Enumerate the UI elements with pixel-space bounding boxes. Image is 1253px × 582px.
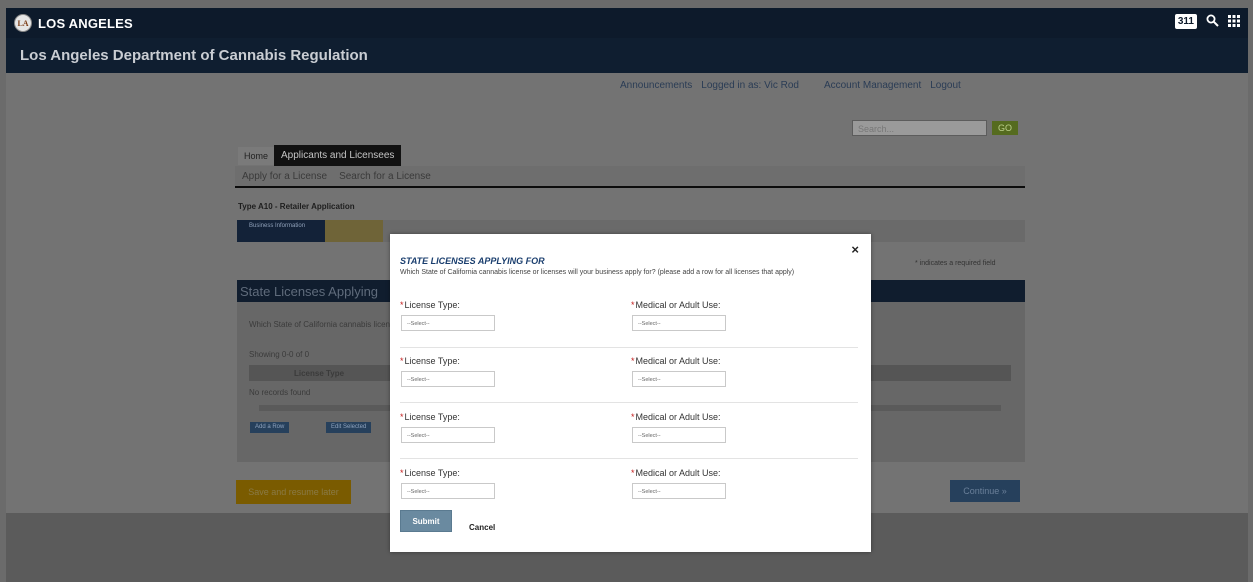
medical-adult-use-select[interactable]: --Select-- [632, 427, 726, 443]
showing-count: Showing 0-0 of 0 [249, 350, 310, 359]
edit-selected-button[interactable]: Edit Selected [326, 422, 372, 433]
tab-applicants-licensees[interactable]: Applicants and Licensees [274, 145, 402, 166]
license-type-select[interactable]: --Select-- [401, 427, 495, 443]
medical-adult-use-label: *Medical or Adult Use: [631, 468, 721, 478]
department-header: Los Angeles Department of Cannabis Regul… [6, 38, 1248, 73]
main-nav: Home Applicants and Licensees [238, 145, 402, 166]
submit-button[interactable]: Submit [400, 510, 452, 532]
save-resume-button[interactable]: Save and resume later [236, 480, 351, 504]
row-divider [400, 402, 858, 403]
top-links: Announcements Logged in as: Vic Rod Acco… [620, 80, 961, 91]
modal-description: Which State of California cannabis licen… [400, 269, 795, 276]
license-type-label: *License Type: [400, 412, 460, 422]
search-license-link[interactable]: Search for a License [339, 171, 431, 182]
cancel-link[interactable]: Cancel [469, 523, 495, 532]
application-type-label: Type A10 - Retailer Application [238, 202, 355, 211]
apps-grid-icon[interactable] [1228, 14, 1240, 29]
license-type-label: *License Type: [400, 468, 460, 478]
announcements-link[interactable]: Announcements [620, 80, 692, 91]
tab-home[interactable]: Home [238, 146, 275, 165]
city-bar-tools: 311 [1174, 14, 1240, 29]
city-seal-logo[interactable]: LA [14, 14, 32, 32]
close-icon[interactable]: × [851, 242, 859, 257]
medical-adult-use-label: *Medical or Adult Use: [631, 412, 721, 422]
license-type-label: *License Type: [400, 300, 460, 310]
311-button[interactable]: 311 [1174, 14, 1197, 29]
license-type-label: *License Type: [400, 356, 460, 366]
license-type-select[interactable]: --Select-- [401, 371, 495, 387]
column-license-type[interactable]: License Type [294, 369, 344, 378]
license-row: *License Type: --Select-- *Medical or Ad… [400, 356, 858, 412]
medical-adult-use-select[interactable]: --Select-- [632, 371, 726, 387]
account-management-link[interactable]: Account Management [824, 80, 921, 91]
logged-in-text: Logged in as: Vic Rod [701, 80, 799, 91]
license-type-select[interactable]: --Select-- [401, 315, 495, 331]
logout-link[interactable]: Logout [930, 80, 961, 91]
state-licenses-modal: × STATE LICENSES APPLYING FOR Which Stat… [390, 234, 871, 552]
search-go-button[interactable]: GO [992, 121, 1018, 135]
step-progress-fill [325, 220, 383, 242]
no-records-text: No records found [249, 388, 311, 397]
search-icon[interactable] [1206, 14, 1219, 29]
medical-adult-use-label: *Medical or Adult Use: [631, 300, 721, 310]
department-title[interactable]: Los Angeles Department of Cannabis Regul… [20, 47, 368, 64]
medical-adult-use-select[interactable]: --Select-- [632, 315, 726, 331]
step-business-information[interactable]: Business Information [237, 220, 325, 242]
search-input[interactable]: Search... [852, 120, 987, 136]
license-row: *License Type: --Select-- *Medical or Ad… [400, 412, 858, 468]
panel-title: State Licenses Applying [240, 284, 379, 299]
license-row: *License Type: --Select-- *Medical or Ad… [400, 468, 858, 524]
modal-title: STATE LICENSES APPLYING FOR [400, 256, 545, 266]
medical-adult-use-label: *Medical or Adult Use: [631, 356, 721, 366]
continue-button[interactable]: Continue » [950, 480, 1020, 502]
license-type-select[interactable]: --Select-- [401, 483, 495, 499]
required-field-note: * indicates a required field [915, 260, 996, 267]
row-divider [400, 347, 858, 348]
sub-nav: Apply for a License Search for a License [235, 166, 1025, 188]
apply-license-link[interactable]: Apply for a License [242, 171, 327, 182]
medical-adult-use-select[interactable]: --Select-- [632, 483, 726, 499]
panel-description: Which State of California cannabis licen… [249, 320, 399, 329]
city-top-bar: LA LOS ANGELES 311 [6, 8, 1248, 38]
row-divider [400, 458, 858, 459]
city-name[interactable]: LOS ANGELES [38, 16, 133, 31]
add-row-button[interactable]: Add a Row [250, 422, 290, 433]
